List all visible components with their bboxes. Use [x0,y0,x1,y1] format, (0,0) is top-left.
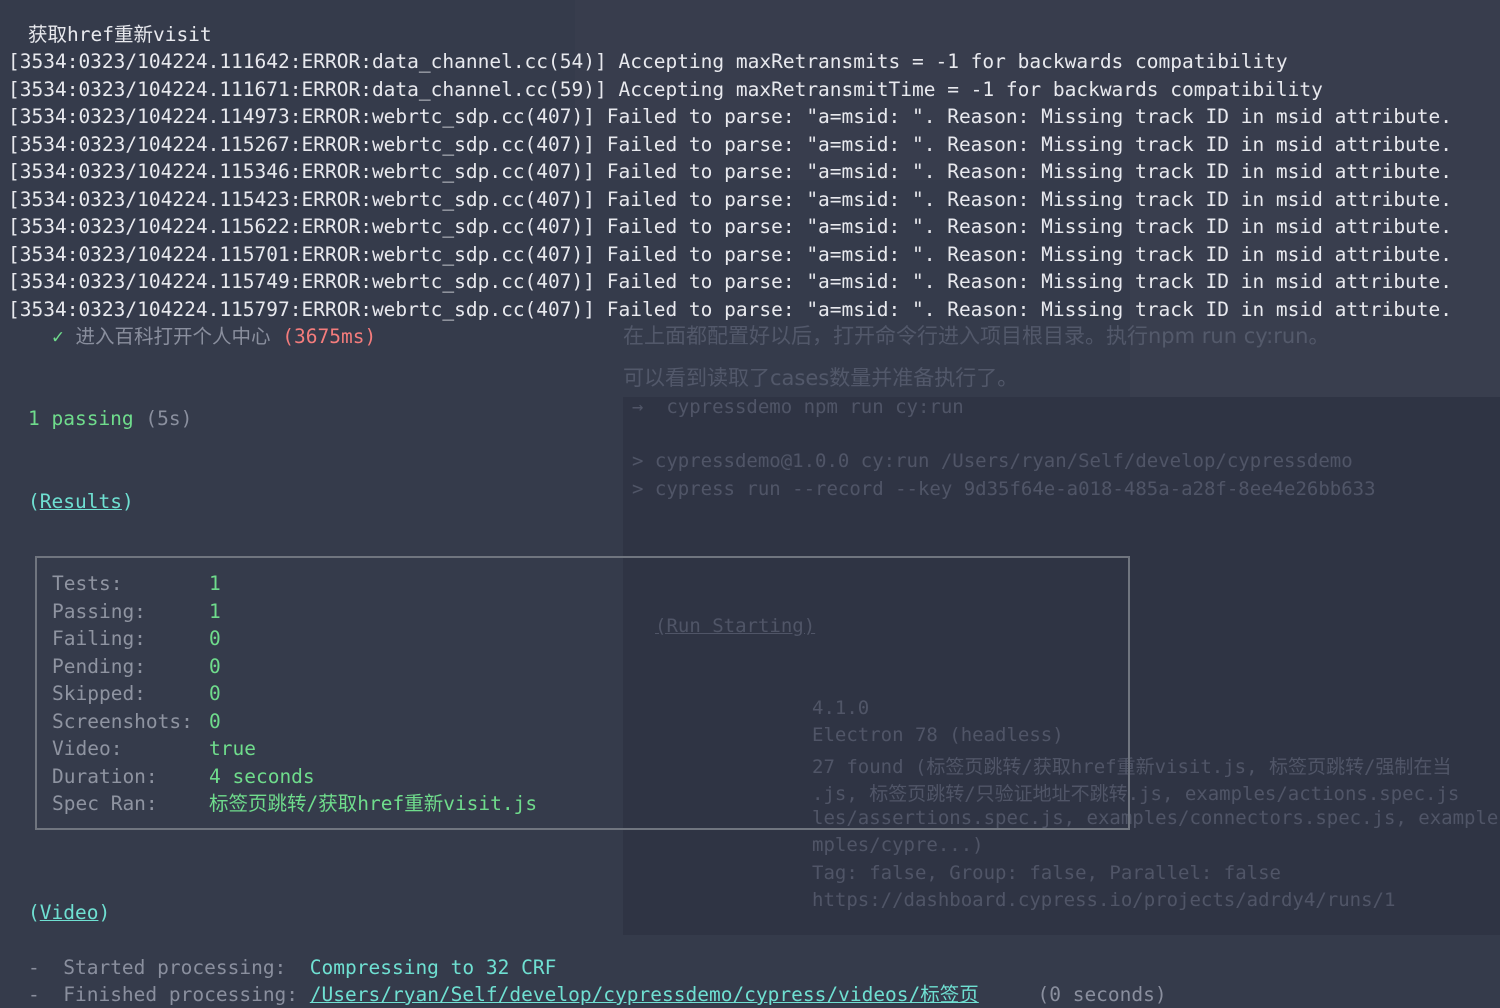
results-value: 0 [209,627,221,650]
results-label: Failing: [52,627,146,650]
log-line: [3534:0323/104224.115701:ERROR:webrtc_sd… [8,243,1453,266]
results-label: Skipped: [52,682,146,705]
passing-summary: 1 passing (5s) [28,405,192,432]
spec-title-line: 获取href重新visit [28,23,212,46]
video-label: Finished processing: [63,983,299,1006]
results-value: true [209,737,256,760]
log-line: [3534:0323/104224.115423:ERROR:webrtc_sd… [8,188,1453,211]
background-cypress-line: > cypress run --record --key 9d35f64e-a0… [632,478,1376,500]
results-label: Screenshots: [52,710,193,733]
results-label: Duration: [52,765,158,788]
video-time: (0 seconds) [1037,983,1167,1006]
log-line: [3534:0323/104224.114973:ERROR:webrtc_sd… [8,105,1453,128]
video-finished-line: - Finished processing: /Users/ryan/Self/… [28,983,1167,1006]
results-table [35,556,1130,830]
results-heading: (Results) [28,490,134,513]
background-command: → cypressdemo npm run cy:run [632,396,964,418]
video-label: Started processing: [63,956,287,979]
test-result-line: ✓ 进入百科打开个人中心 (3675ms) [52,323,376,350]
log-line: [3534:0323/104224.115622:ERROR:webrtc_sd… [8,215,1453,238]
results-value: 0 [209,710,221,733]
background-paragraph-2: 可以看到读取了cases数量并准备执行了。 [623,366,1019,390]
video-path: /Users/ryan/Self/develop/cypressdemo/cyp… [309,983,979,1006]
video-heading: (Video) [28,901,111,924]
log-line: [3534:0323/104224.115797:ERROR:webrtc_sd… [8,298,1453,321]
results-label: Pending: [52,655,146,678]
results-label: Tests: [52,572,123,595]
background-specs-4: mples/cypre...) [812,834,984,856]
log-line: [3534:0323/104224.115346:ERROR:webrtc_sd… [8,160,1453,183]
results-value: 0 [209,682,221,705]
log-line: [3534:0323/104224.115749:ERROR:webrtc_sd… [8,270,1453,293]
passing-count: 1 passing [28,407,134,430]
results-label: Passing: [52,600,146,623]
results-label: Spec Ran: [52,792,158,815]
results-label: Video: [52,737,123,760]
background-npm-line: > cypressdemo@1.0.0 cy:run /Users/ryan/S… [632,450,1353,472]
test-duration: (3675ms) [282,325,377,348]
video-started-line: - Started processing: Compressing to 32 … [28,956,557,979]
video-value: Compressing to 32 CRF [309,956,557,979]
results-value: 0 [209,655,221,678]
results-value: 1 [209,572,221,595]
log-line: [3534:0323/104224.111642:ERROR:data_chan… [8,50,1288,73]
background-paragraph-1: 在上面都配置好以后，打开命令行进入项目根目录。执行npm run cy:run。 [623,324,1330,348]
log-line: [3534:0323/104224.111671:ERROR:data_chan… [8,78,1323,101]
results-value: 4 seconds [209,765,315,788]
check-icon: ✓ [52,325,64,348]
background-run-url: https://dashboard.cypress.io/projects/ad… [812,889,1396,911]
results-value: 1 [209,600,221,623]
log-line: [3534:0323/104224.115267:ERROR:webrtc_sd… [8,133,1453,156]
results-value: 标签页跳转/获取href重新visit.js [209,792,538,815]
test-title: 进入百科打开个人中心 [75,325,271,348]
background-params: Tag: false, Group: false, Parallel: fals… [812,862,1281,884]
passing-time: (5s) [145,407,193,430]
